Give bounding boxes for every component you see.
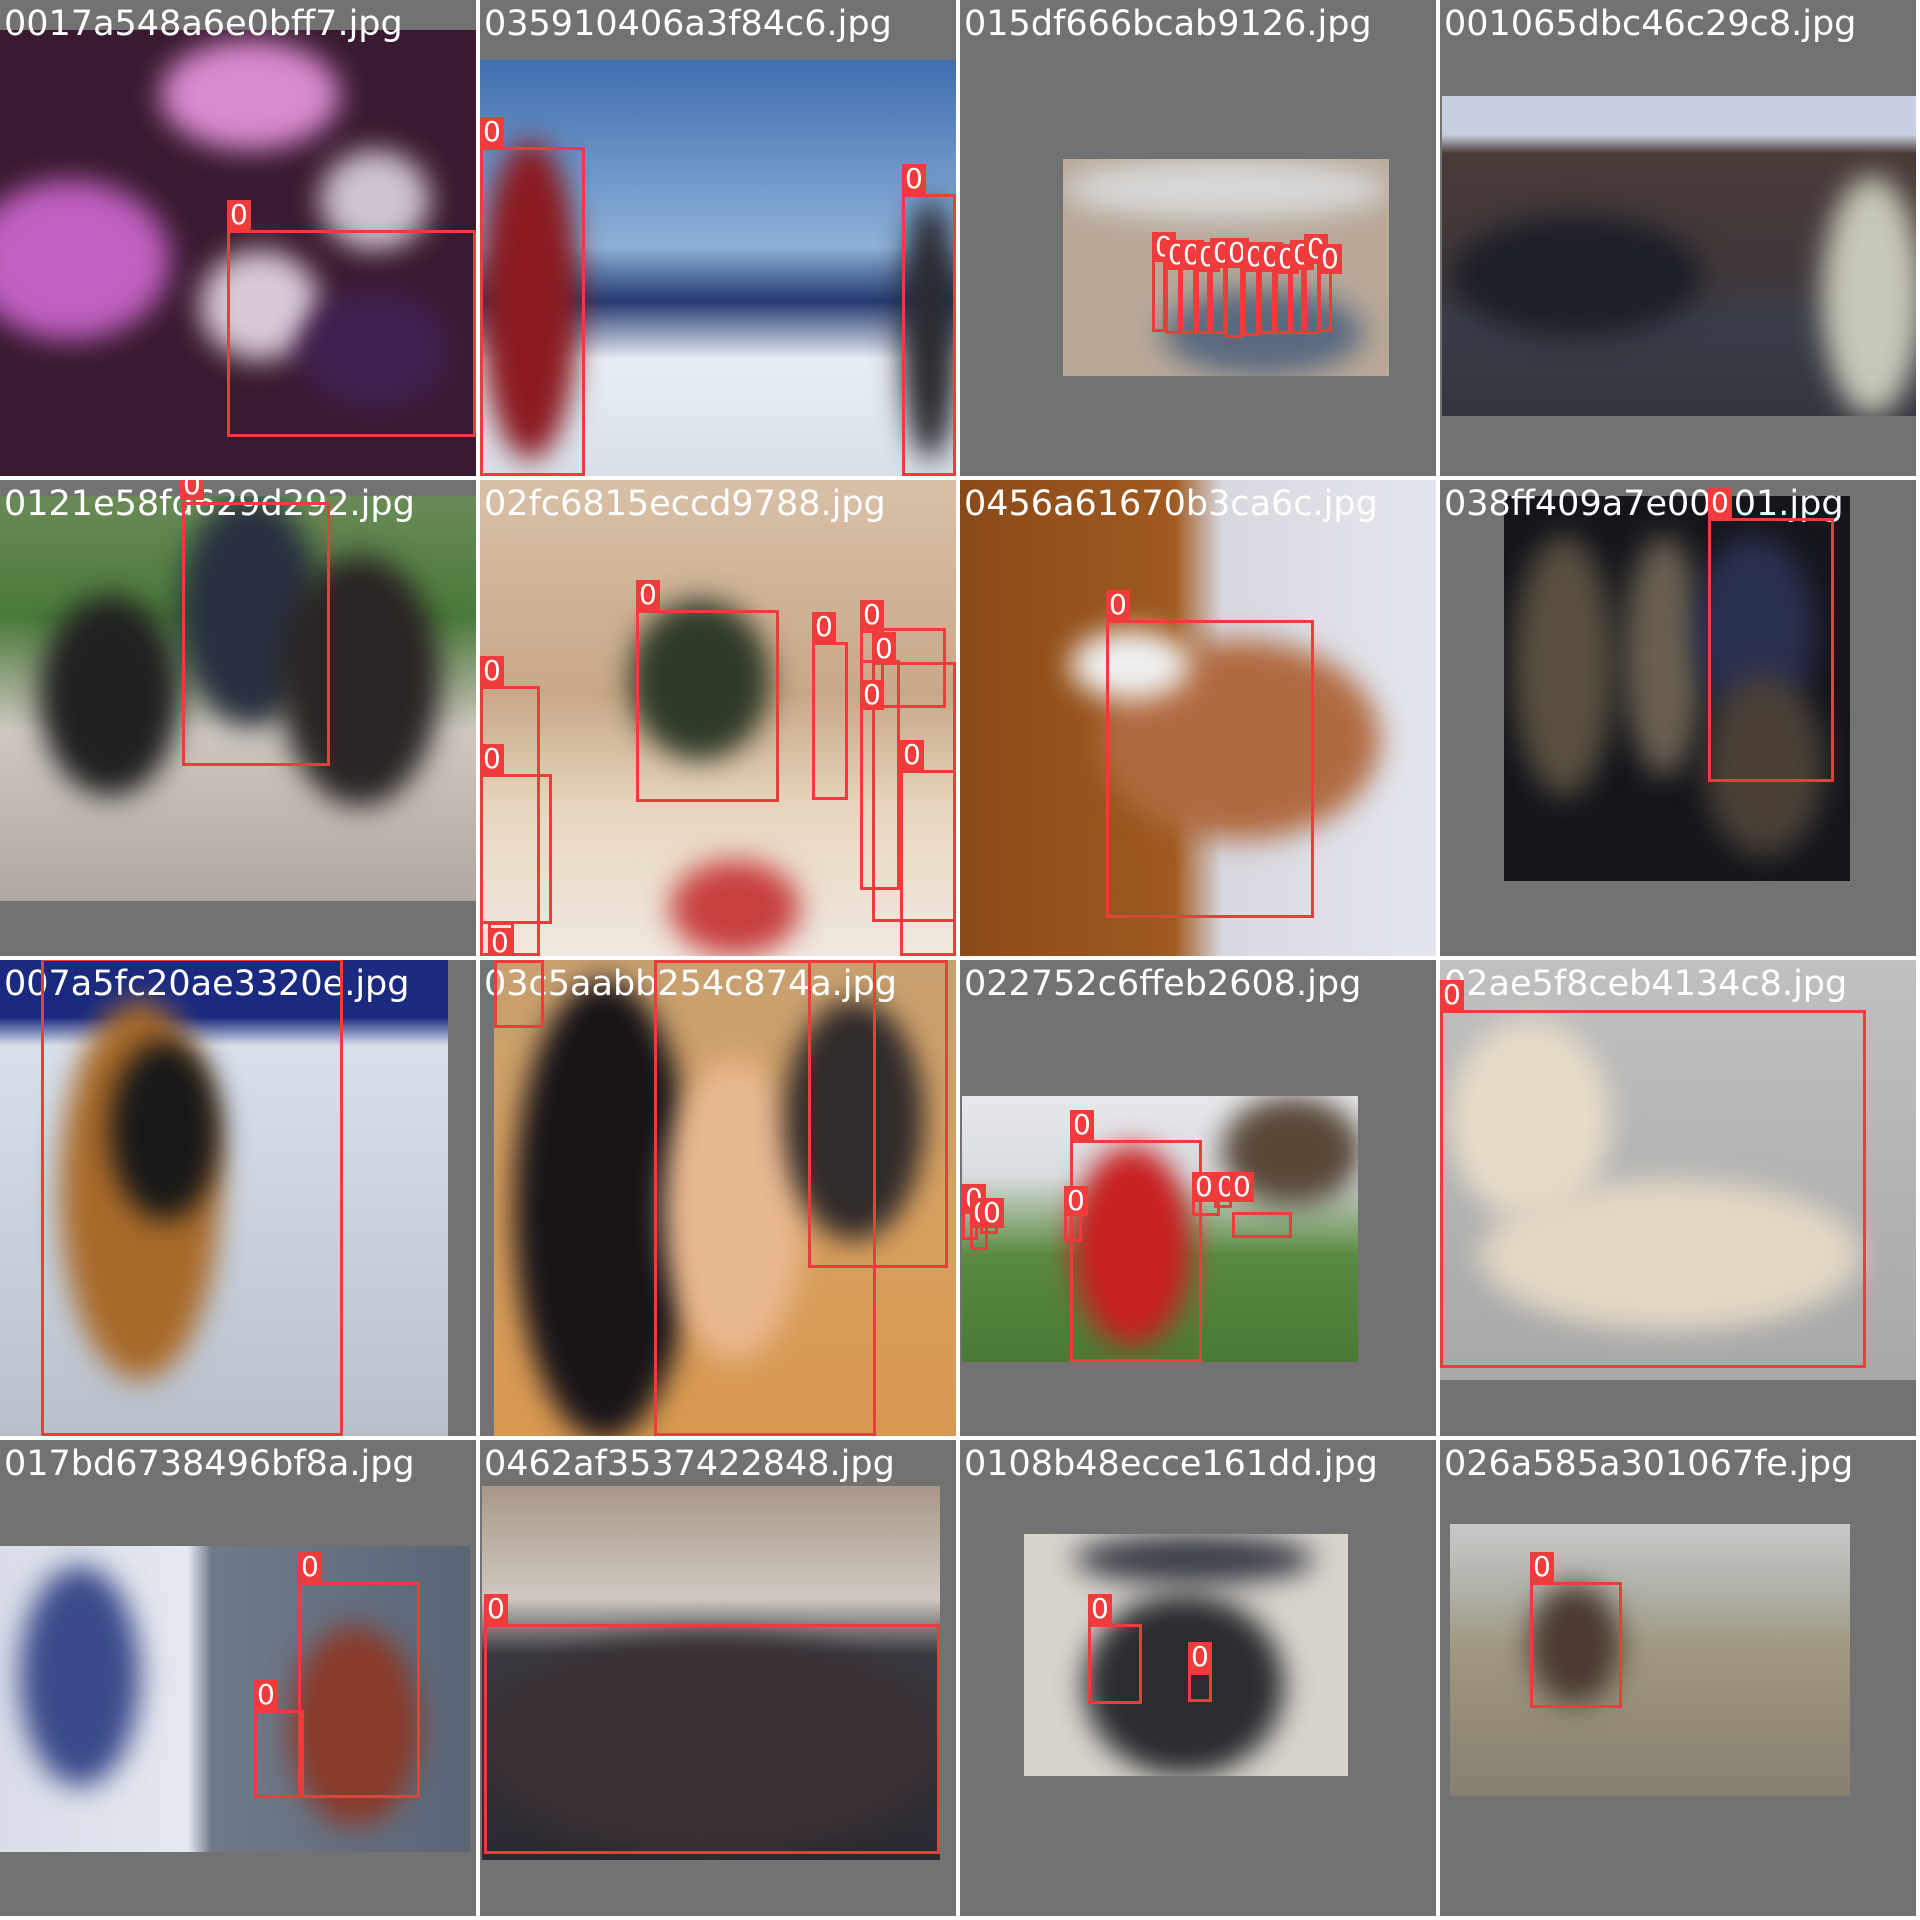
detection-class-tag: 0 <box>860 680 884 710</box>
filename-label: 0462af3537422848.jpg <box>484 1444 895 1484</box>
tile-4: 001065dbc46c29c8.jpg <box>1440 0 1916 476</box>
tile-2: 035910406a3f84c6.jpg 0 0 <box>480 0 956 476</box>
detection-box <box>480 147 585 476</box>
detection-class-tag: 0 <box>494 960 518 962</box>
detection-class-tag: 0 <box>1106 590 1130 620</box>
filename-label: 02fc6815eccd9788.jpg <box>484 484 886 524</box>
detection-class-tag: 0 <box>1192 1172 1216 1202</box>
detection-class-tag: 0 <box>1440 980 1464 1010</box>
photo-street-van <box>1442 96 1916 416</box>
detection-box <box>900 770 956 956</box>
tile-12: 02ae5f8ceb4134c8.jpg 0 <box>1440 960 1916 1436</box>
detection-class-tag: 0 <box>1070 1110 1094 1140</box>
detection-box <box>1088 1624 1142 1704</box>
detection-class-tag: 0 <box>1188 1642 1212 1672</box>
detection-class-tag: 0 <box>480 744 504 774</box>
tile-1: 0017a548a6e0bff7.jpg 0 <box>0 0 476 476</box>
filename-label: 015df666bcab9126.jpg <box>964 4 1372 44</box>
detection-class-tag: 0 <box>860 600 884 630</box>
detection-box <box>808 960 948 1268</box>
detection-class-tag: 0 <box>1708 488 1732 518</box>
detection-box <box>1708 518 1834 782</box>
detection-box <box>41 960 343 1436</box>
tile-14: 0462af3537422848.jpg 0 <box>480 1440 956 1916</box>
tile-9: 007a5fc20ae3320e.jpg 0 <box>0 960 476 1436</box>
detection-box <box>484 1624 940 1854</box>
filename-label: 026a585a301067fe.jpg <box>1444 1444 1854 1484</box>
photo-motocross <box>1450 1524 1850 1796</box>
detection-box <box>636 610 779 802</box>
tile-16: 026a585a301067fe.jpg 0 <box>1440 1440 1916 1916</box>
photo-shopfront <box>1024 1534 1348 1776</box>
tile-5: 0121e58fd629d292.jpg 0 <box>0 480 476 956</box>
tile-7: 0456a61670b3ca6c.jpg 0 <box>960 480 1436 956</box>
detection-box <box>227 230 476 437</box>
filename-label: 017bd6738496bf8a.jpg <box>4 1444 415 1484</box>
detection-class-tag: 0 <box>1530 1552 1554 1582</box>
detection-class-tag: 0 <box>1088 1594 1112 1624</box>
tile-10: 03c5aabb254c874a.jpg 0 0 0 <box>480 960 956 1436</box>
detection-class-tag: 0 <box>808 960 832 962</box>
detection-class-tag: 0 <box>488 928 512 956</box>
detection-box <box>254 1710 304 1798</box>
tile-15: 0108b48ecce161dd.jpg 0 0 <box>960 1440 1436 1916</box>
filename-label: 0456a61670b3ca6c.jpg <box>964 484 1378 524</box>
detection-class-tag: 0 <box>1064 1186 1088 1216</box>
detection-class-tag: 0 <box>227 200 251 230</box>
detection-box <box>1106 620 1314 918</box>
detection-class-tag: 0 <box>812 612 836 642</box>
detection-box <box>480 774 552 924</box>
filename-label: 0017a548a6e0bff7.jpg <box>4 4 403 44</box>
detection-class-tag: 0 <box>900 740 924 770</box>
detection-class-tag: 0 <box>902 164 926 194</box>
mosaic-grid: 0017a548a6e0bff7.jpg 0 035910406a3f84c6.… <box>0 0 1920 1920</box>
detection-class-tag: 0 <box>480 656 504 686</box>
filename-label: 022752c6ffeb2608.jpg <box>964 964 1362 1004</box>
detection-class-tag: 0 <box>980 1198 1004 1228</box>
detection-box <box>182 502 330 766</box>
detection-box <box>1188 1672 1212 1702</box>
filename-label: 0108b48ecce161dd.jpg <box>964 1444 1378 1484</box>
detection-class-tag: 0 <box>298 1552 322 1582</box>
detection-class-tag: 0 <box>872 634 896 664</box>
tile-8: 038ff409a7e00801.jpg 0 <box>1440 480 1916 956</box>
filename-label: 02ae5f8ceb4134c8.jpg <box>1444 964 1848 1004</box>
detection-class-tag: 0 <box>654 960 678 962</box>
tile-3: 015df666bcab9126.jpg 0 0 0 0 0 0 0 0 0 0… <box>960 0 1436 476</box>
detection-class-tag: 0 <box>636 580 660 610</box>
tile-6: 02fc6815eccd9788.jpg 0 0 0 0 0 0 0 0 0 0 <box>480 480 956 956</box>
detection-class-tag: 0 <box>254 1680 278 1710</box>
detection-class-tag: 0 <box>480 117 504 147</box>
detection-box <box>902 194 956 476</box>
detection-class-tag: 0 <box>1318 244 1342 274</box>
detection-class-tag: 0 <box>484 1594 508 1624</box>
detection-box <box>1070 1140 1202 1362</box>
detection-box <box>1232 1212 1292 1238</box>
detection-box <box>1530 1582 1622 1708</box>
detection-box <box>298 1582 420 1798</box>
tile-13: 017bd6738496bf8a.jpg 0 0 <box>0 1440 476 1916</box>
tile-11: 022752c6ffeb2608.jpg 0 0 0 0 0 0 0 0 <box>960 960 1436 1436</box>
detection-box <box>812 642 848 800</box>
detection-box <box>1440 1010 1866 1368</box>
detection-box <box>494 960 544 1028</box>
filename-label: 001065dbc46c29c8.jpg <box>1444 4 1857 44</box>
detection-class-tag: 0 <box>1230 1172 1254 1202</box>
detection-class-tag: 0 <box>180 480 204 500</box>
filename-label: 035910406a3f84c6.jpg <box>484 4 892 44</box>
